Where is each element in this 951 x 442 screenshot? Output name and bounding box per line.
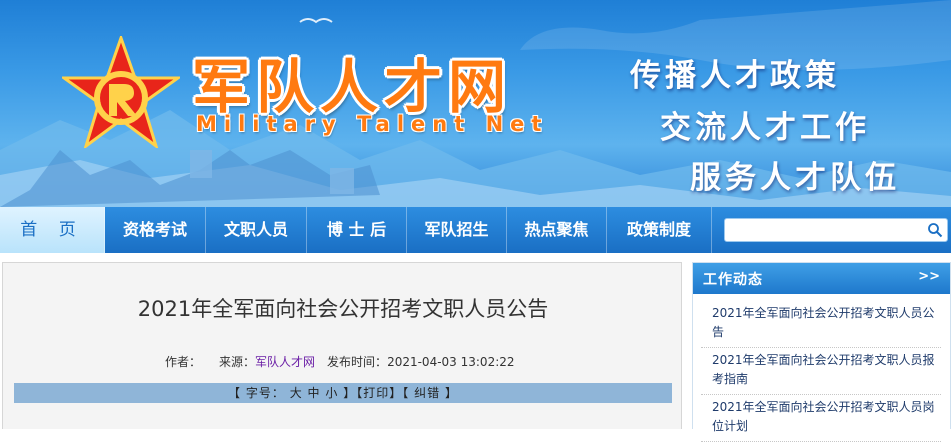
work-news-list: 2021年全军面向社会公开招考文职人员公告 2021年全军面向社会公开招考文职人… (701, 301, 941, 442)
search-box (724, 218, 948, 242)
author-label: 作者： (165, 355, 202, 369)
nav-item-military-admission[interactable]: 军队招生 (407, 207, 507, 253)
article-panel: 2021年全军面向社会公开招考文职人员公告 作者： 来源：军队人才网 发布时间：20… (2, 262, 682, 429)
nav-item-postdoc[interactable]: 博 士 后 (307, 207, 407, 253)
print-button[interactable]: 打印 (363, 386, 389, 400)
slogan-2: 交流人才工作 (660, 110, 870, 146)
site-banner: 军队人才网 Military Talent Net 传播人才政策 交流人才工作 … (0, 0, 951, 207)
work-news-header: 工作动态 >> (693, 263, 950, 294)
slogan-1: 传播人才政策 (630, 58, 840, 94)
more-link[interactable]: >> (918, 269, 940, 284)
nav-item-home[interactable]: 首 页 (0, 207, 105, 253)
report-error-button[interactable]: 纠错 (414, 386, 440, 400)
publish-time: 2021-04-03 13:02:22 (387, 355, 515, 369)
bracket: 】【 (389, 386, 410, 400)
font-size-medium-button[interactable]: 中 (308, 386, 321, 400)
work-news-panel: 工作动态 >> 2021年全军面向社会公开招考文职人员公告 2021年全军面向社… (692, 262, 951, 442)
nav-item-civilian-staff[interactable]: 文职人员 (206, 207, 307, 253)
main-nav: 首 页 资格考试 文职人员 博 士 后 军队招生 热点聚焦 政策制度 (0, 207, 951, 253)
bracket: 】【 (343, 386, 364, 400)
article-meta: 作者： 来源：军队人才网 发布时间：2021-04-03 13:02:22 (165, 353, 515, 370)
site-subtitle: Military Talent Net (196, 112, 549, 136)
list-item[interactable]: 2021年全军面向社会公开招考文职人员岗位计划 (701, 395, 941, 442)
publish-time-label: 发布时间： (327, 355, 388, 369)
slogan-3: 服务人才队伍 (690, 160, 900, 196)
article-toolbar: 【 字号： 大 中 小 】【打印】【 纠错 】 (14, 383, 672, 403)
bracket: 【 (228, 386, 242, 400)
nav-item-hot-topics[interactable]: 热点聚焦 (507, 207, 607, 253)
nav-item-qualification-exam[interactable]: 资格考试 (105, 207, 206, 253)
bracket: 】 (444, 386, 458, 400)
nav-item-policies[interactable]: 政策制度 (607, 207, 712, 253)
source-link[interactable]: 军队人才网 (255, 355, 315, 369)
search-input[interactable] (725, 219, 920, 241)
article-title: 2021年全军面向社会公开招考文职人员公告 (137, 297, 549, 321)
list-item[interactable]: 2021年全军面向社会公开招考文职人员报考指南 (701, 348, 941, 395)
list-item[interactable]: 2021年全军面向社会公开招考文职人员公告 (701, 301, 941, 348)
source-label: 来源： (219, 355, 256, 369)
font-size-large-button[interactable]: 大 (290, 386, 303, 400)
font-size-label: 字号： (245, 386, 285, 400)
font-size-small-button[interactable]: 小 (325, 386, 338, 400)
work-news-title: 工作动态 (703, 272, 763, 288)
army-star-logo-icon (62, 36, 180, 148)
search-icon[interactable] (927, 222, 943, 238)
